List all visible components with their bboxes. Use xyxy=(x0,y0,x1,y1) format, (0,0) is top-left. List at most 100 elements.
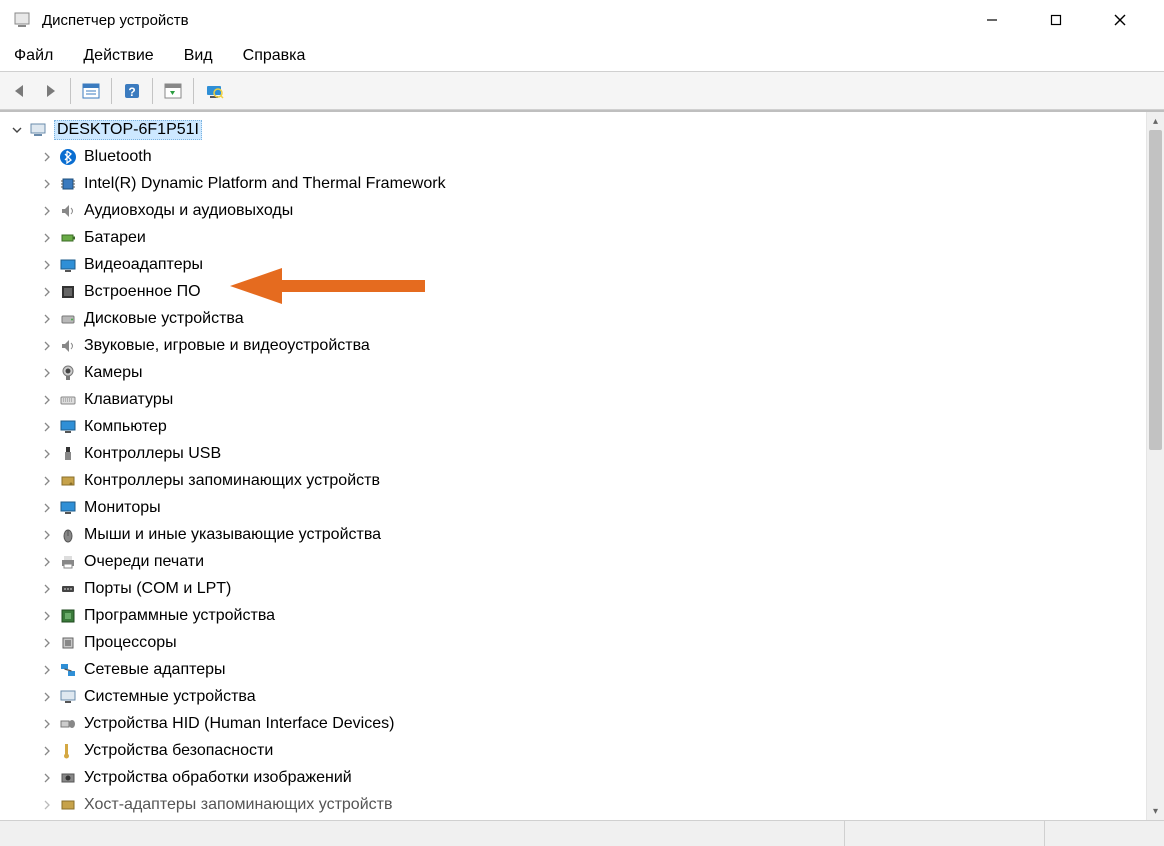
tree-item-processors[interactable]: Процессоры xyxy=(8,629,1146,656)
tree-item-label: Порты (COM и LPT) xyxy=(84,580,231,598)
tree-item-mice[interactable]: Мыши и иные указывающие устройства xyxy=(8,521,1146,548)
maximize-button[interactable] xyxy=(1024,0,1088,40)
security-icon xyxy=(58,741,78,761)
tree-item-security-devices[interactable]: Устройства безопасности xyxy=(8,737,1146,764)
tree-item-label: Системные устройства xyxy=(84,688,256,706)
tree-item-label: Дисковые устройства xyxy=(84,310,244,328)
device-tree[interactable]: DESKTOP-6F1P51I Bluetooth Intel(R) Dynam… xyxy=(0,112,1146,820)
tree-item-label: Очереди печати xyxy=(84,553,204,571)
port-icon xyxy=(58,579,78,599)
tree-item-label: Процессоры xyxy=(84,634,177,652)
scroll-down-icon[interactable]: ▾ xyxy=(1147,802,1164,820)
properties-button[interactable] xyxy=(159,77,187,105)
toolbar-separator xyxy=(70,78,71,104)
tree-item-cameras[interactable]: Камеры xyxy=(8,359,1146,386)
tree-item-storage-controllers[interactable]: Контроллеры запоминающих устройств xyxy=(8,467,1146,494)
vertical-scrollbar[interactable]: ▴ ▾ xyxy=(1146,112,1164,820)
tree-item-monitors[interactable]: Мониторы xyxy=(8,494,1146,521)
menubar: Файл Действие Вид Справка xyxy=(0,40,1164,72)
tree-item-storage-host[interactable]: Хост-адаптеры запоминающих устройств xyxy=(8,791,1146,818)
titlebar: Диспетчер устройств xyxy=(0,0,1164,40)
expand-icon[interactable] xyxy=(38,715,56,733)
tree-item-ports[interactable]: Порты (COM и LPT) xyxy=(8,575,1146,602)
tree-item-display-adapters[interactable]: Видеоадаптеры xyxy=(8,251,1146,278)
tree-item-keyboards[interactable]: Клавиатуры xyxy=(8,386,1146,413)
menu-file[interactable]: Файл xyxy=(10,43,57,69)
expand-icon[interactable] xyxy=(38,553,56,571)
tree-item-audio-io[interactable]: Аудиовходы и аудиовыходы xyxy=(8,197,1146,224)
firmware-icon xyxy=(58,282,78,302)
monitor-icon xyxy=(58,498,78,518)
tree-item-usb-controllers[interactable]: Контроллеры USB xyxy=(8,440,1146,467)
expand-icon[interactable] xyxy=(38,391,56,409)
expand-icon[interactable] xyxy=(38,526,56,544)
tree-item-intel-dptf[interactable]: Intel(R) Dynamic Platform and Thermal Fr… xyxy=(8,170,1146,197)
tree-item-network-adapters[interactable]: Сетевые адаптеры xyxy=(8,656,1146,683)
software-icon xyxy=(58,606,78,626)
tree-item-label: Контроллеры запоминающих устройств xyxy=(84,472,380,490)
tree-item-batteries[interactable]: Батареи xyxy=(8,224,1146,251)
speaker-icon xyxy=(58,336,78,356)
minimize-button[interactable] xyxy=(960,0,1024,40)
tree-item-print-queues[interactable]: Очереди печати xyxy=(8,548,1146,575)
tree-item-imaging-devices[interactable]: Устройства обработки изображений xyxy=(8,764,1146,791)
collapse-icon[interactable] xyxy=(8,121,26,139)
expand-icon[interactable] xyxy=(38,175,56,193)
tree-item-firmware[interactable]: Встроенное ПО xyxy=(8,278,1146,305)
expand-icon[interactable] xyxy=(38,472,56,490)
expand-icon[interactable] xyxy=(38,364,56,382)
menu-view[interactable]: Вид xyxy=(180,43,217,69)
tree-item-label: Клавиатуры xyxy=(84,391,173,409)
scan-hardware-button[interactable] xyxy=(200,77,228,105)
back-button[interactable] xyxy=(6,77,34,105)
menu-action[interactable]: Действие xyxy=(79,43,157,69)
expand-icon[interactable] xyxy=(38,742,56,760)
tree-item-label: Видеоадаптеры xyxy=(84,256,203,274)
expand-icon[interactable] xyxy=(38,148,56,166)
tree-root-node[interactable]: DESKTOP-6F1P51I xyxy=(8,116,1146,143)
expand-icon[interactable] xyxy=(38,445,56,463)
expand-icon[interactable] xyxy=(38,499,56,517)
expand-icon[interactable] xyxy=(38,202,56,220)
tree-item-computer[interactable]: Компьютер xyxy=(8,413,1146,440)
camera-icon xyxy=(58,363,78,383)
close-button[interactable] xyxy=(1088,0,1152,40)
expand-icon[interactable] xyxy=(38,769,56,787)
status-cell xyxy=(0,821,844,846)
tree-item-system-devices[interactable]: Системные устройства xyxy=(8,683,1146,710)
tree-item-hid[interactable]: Устройства HID (Human Interface Devices) xyxy=(8,710,1146,737)
scroll-thumb[interactable] xyxy=(1149,130,1162,450)
expand-icon[interactable] xyxy=(38,229,56,247)
disk-icon xyxy=(58,309,78,329)
help-button[interactable]: ? xyxy=(118,77,146,105)
toolbar-separator xyxy=(193,78,194,104)
expand-icon[interactable] xyxy=(38,688,56,706)
expand-icon[interactable] xyxy=(38,796,56,814)
expand-icon[interactable] xyxy=(38,337,56,355)
expand-icon[interactable] xyxy=(38,283,56,301)
tree-item-software-devices[interactable]: Программные устройства xyxy=(8,602,1146,629)
expand-icon[interactable] xyxy=(38,418,56,436)
expand-icon[interactable] xyxy=(38,661,56,679)
storage-icon xyxy=(58,471,78,491)
expand-icon[interactable] xyxy=(38,580,56,598)
expand-icon[interactable] xyxy=(38,634,56,652)
scroll-up-icon[interactable]: ▴ xyxy=(1147,112,1164,130)
content-area: DESKTOP-6F1P51I Bluetooth Intel(R) Dynam… xyxy=(0,110,1164,820)
tree-item-sound-video-game[interactable]: Звуковые, игровые и видеоустройства xyxy=(8,332,1146,359)
tree-item-disk-drives[interactable]: Дисковые устройства xyxy=(8,305,1146,332)
expand-icon[interactable] xyxy=(38,310,56,328)
tree-item-label: Батареи xyxy=(84,229,146,247)
forward-button[interactable] xyxy=(36,77,64,105)
show-hide-console-tree-button[interactable] xyxy=(77,77,105,105)
menu-help[interactable]: Справка xyxy=(239,43,310,69)
computer-icon xyxy=(28,120,48,140)
tree-item-bluetooth[interactable]: Bluetooth xyxy=(8,143,1146,170)
expand-icon[interactable] xyxy=(38,607,56,625)
window-title: Диспетчер устройств xyxy=(42,12,960,29)
tree-item-label: Программные устройства xyxy=(84,607,275,625)
chip-icon xyxy=(58,174,78,194)
status-cell xyxy=(1044,821,1164,846)
toolbar: ? xyxy=(0,72,1164,110)
expand-icon[interactable] xyxy=(38,256,56,274)
